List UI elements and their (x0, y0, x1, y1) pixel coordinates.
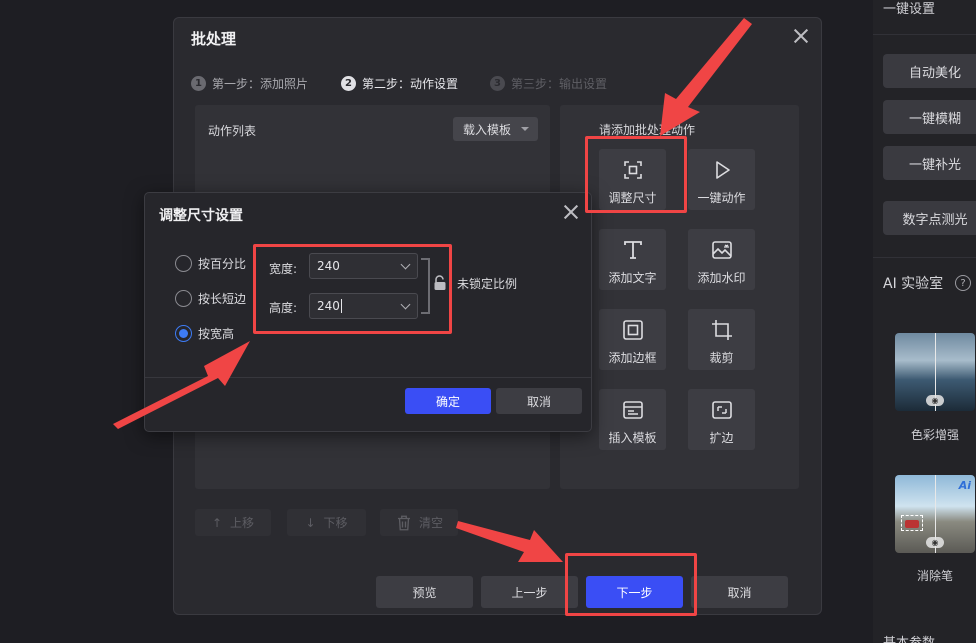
arrow-to-next (456, 521, 563, 562)
annotation-arrows (113, 18, 752, 562)
arrow-to-inputs (113, 341, 250, 429)
arrow-to-resize (660, 18, 752, 136)
